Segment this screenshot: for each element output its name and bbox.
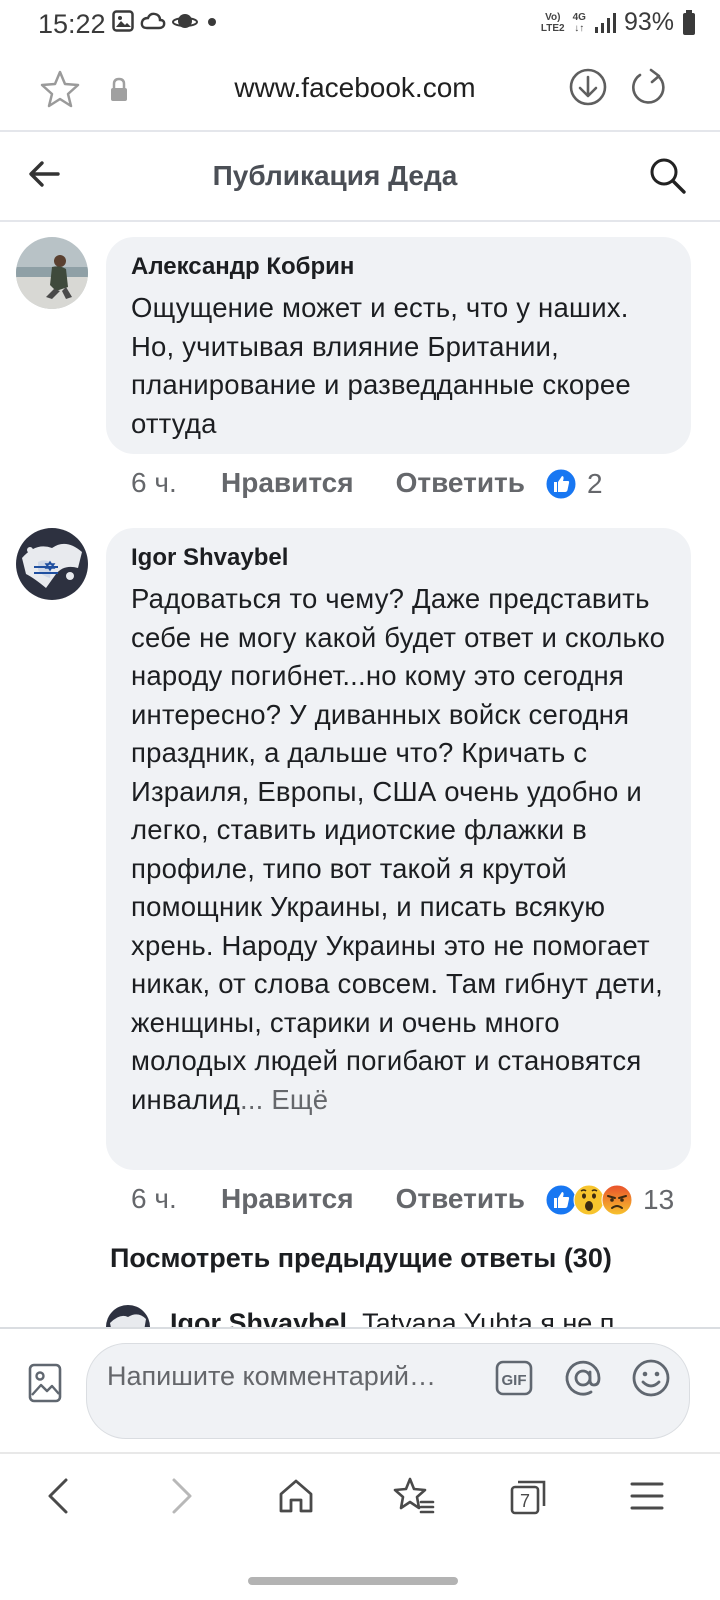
comment-time[interactable]: 6 ч. [131,467,221,499]
emoji-icon[interactable] [631,1358,671,1398]
avatar[interactable] [16,237,88,309]
svg-text:GIF: GIF [502,1372,527,1389]
lock-icon [111,77,127,101]
cloud-notification-icon [140,12,166,30]
angry-reaction-icon [601,1184,633,1216]
menu-hamburger-icon[interactable] [628,1476,666,1516]
next-reply-author[interactable]: Igor Shvaybel [170,1308,347,1327]
comment-actions: 6 ч. Нравится Ответить [131,467,525,499]
gif-icon[interactable]: GIF [495,1360,535,1396]
next-reply-preview[interactable]: Igor Shvaybel Tatyana Yuhta я не п [106,1305,720,1327]
page-header: Публикация Деда [0,132,720,220]
comment-time[interactable]: 6 ч. [131,1183,221,1215]
reply-button[interactable]: Ответить [396,467,525,499]
comment-text: Радоваться то чему? Даже представить себ… [131,580,667,1119]
header-divider [0,220,720,222]
page-title: Публикация Деда [212,160,458,191]
mention-at-icon[interactable] [563,1358,603,1398]
comment-text: Ощущение может и есть, что у наших. Но, … [131,292,631,439]
search-icon[interactable] [648,156,688,196]
like-reaction-icon [545,468,577,500]
more-notifications-dot-icon [208,18,216,26]
reply-button[interactable]: Ответить [396,1183,525,1215]
like-button[interactable]: Нравится [221,467,354,499]
comment-input-container[interactable]: GIF [86,1343,690,1439]
bookmarks-icon[interactable] [392,1476,436,1516]
status-notification-icons [112,10,220,32]
browser-bottom-nav: 7 [0,1454,720,1554]
next-reply-text: Igor Shvaybel Tatyana Yuhta я не п [170,1308,614,1327]
gesture-home-indicator[interactable] [248,1577,458,1585]
browser-home-icon[interactable] [276,1476,316,1516]
reaction-count: 13 [643,1184,675,1215]
download-icon[interactable] [568,67,608,107]
tabs-count: 7 [520,1491,530,1511]
volte-indicator: Vo) LTE2 [540,11,565,34]
tabs-icon: 7 [510,1480,546,1515]
comment-bubble[interactable]: Александр Кобрин Ощущение может и есть, … [106,237,691,454]
planet-notification-icon [172,14,198,28]
comment-composer: GIF [0,1327,720,1453]
comment-bubble[interactable]: Igor Shvaybel Радоваться то чему? Даже п… [106,528,691,1170]
back-arrow-icon[interactable] [26,156,62,192]
avatar[interactable] [106,1305,150,1327]
reaction-count: 2 [587,468,603,499]
comment-actions: 6 ч. Нравится Ответить [131,1183,525,1215]
url-address[interactable]: www.facebook.com [150,72,560,104]
status-bar: 15:22 Vo) LTE2 4G ↓↑ 93% [0,0,720,50]
see-more-link[interactable]: ... Ещё [240,1084,328,1115]
comment-input[interactable] [107,1358,477,1394]
comment-author[interactable]: Igor Shvaybel [131,544,667,572]
reaction-summary[interactable]: 13 [545,1184,674,1216]
reload-icon[interactable] [628,67,668,107]
browser-back-icon[interactable] [42,1476,78,1516]
comment-text-body: Радоваться то чему? Даже представить себ… [131,583,666,1115]
avatar[interactable] [16,528,88,600]
like-button[interactable]: Нравится [221,1183,354,1215]
reaction-summary[interactable]: 2 [545,468,603,500]
comment-author[interactable]: Александр Кобрин [131,253,667,281]
photo-attach-icon[interactable] [28,1363,62,1403]
next-reply-body: Tatyana Yuhta я не п [362,1308,615,1327]
signal-strength-icon [594,12,616,33]
battery-percentage: 93% [623,8,674,36]
battery-icon [683,9,695,35]
status-time: 15:22 [38,9,106,39]
status-system-icons: Vo) LTE2 4G ↓↑ 93% [541,8,696,37]
browser-forward-icon[interactable] [162,1476,198,1516]
bookmark-star-icon[interactable] [40,70,80,108]
tabs-button[interactable]: 7 [508,1476,550,1521]
view-previous-replies-link[interactable]: Посмотреть предыдущие ответы (30) [110,1243,612,1274]
gallery-notification-icon [112,10,134,32]
browser-url-bar: www.facebook.com [0,50,720,132]
network-type-indicator: 4G ↓↑ [572,11,586,34]
